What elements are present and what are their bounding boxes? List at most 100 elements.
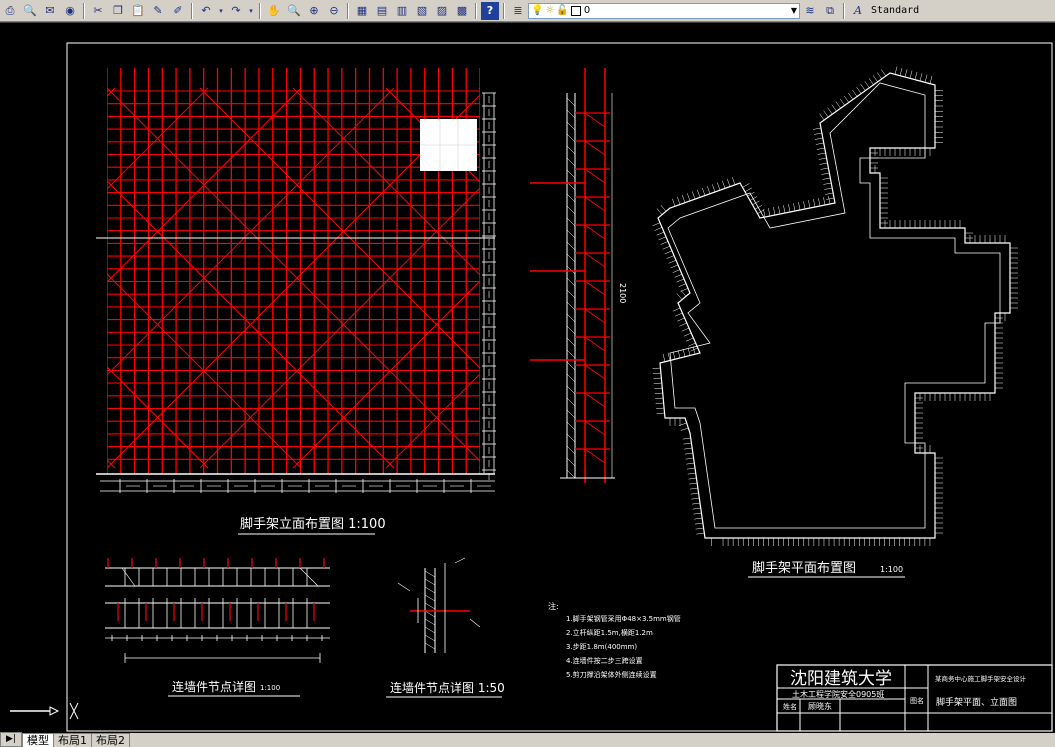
plot-preview-icon[interactable]: 🔍 [21,2,39,20]
scaffold-brace [665,88,1045,468]
plan-hatch [662,353,666,362]
plot-icon[interactable]: ⎙ [1,2,19,20]
separator [843,2,845,19]
plan-hatch [695,527,704,530]
plan-hatch [835,101,841,109]
side-brace [584,112,606,128]
scaffold-brace [851,88,1055,468]
leader-line [397,582,411,592]
markup-icon[interactable]: ▨ [433,2,451,20]
plan-hatch [654,392,663,394]
plan-hatch [682,437,691,440]
wall-hatch [566,169,576,179]
properties-icon[interactable]: ▦ [353,2,371,20]
calculator-icon[interactable]: ▩ [453,2,471,20]
zoom-window-icon[interactable]: ⊕ [305,2,323,20]
tab-nav-arrows-icon[interactable]: ▶| [0,732,22,747]
web-icon[interactable]: ◉ [61,2,79,20]
plan-hatch [864,81,870,88]
wall-hatch [566,277,576,287]
plan-hatch [680,290,687,297]
plan-outline [652,66,1018,546]
wall-hatch [566,469,576,479]
scaffold-brace [478,466,480,469]
plan-hatch [693,512,702,515]
plan-hatch [656,208,663,215]
match-properties-icon[interactable]: ✎ [149,2,167,20]
text-style-dropdown[interactable]: Standard [868,5,919,16]
plan-hatch [691,497,700,500]
wall-hatch [424,578,436,586]
help-icon[interactable]: ? [481,1,499,20]
tool-palettes-icon[interactable]: ▥ [393,2,411,20]
cad-drawing: 脚手架立面布置图 1:100 2100 脚手架平面布置图 1:100 连墙件节点… [10,42,1055,732]
wall-node-title: 连墙件节点详图 1:50 [390,680,505,695]
undo-icon[interactable]: ↶ [197,2,215,20]
plan-hatch [660,205,667,212]
publish-icon[interactable]: ✉ [41,2,59,20]
elevation-right-dimension [482,92,496,480]
plan-hatch [682,348,686,357]
separator [191,2,193,19]
separator [503,2,505,19]
block-editor-icon[interactable]: ✐ [169,2,187,20]
model-space-canvas[interactable]: 脚手架立面布置图 1:100 2100 脚手架平面布置图 1:100 连墙件节点… [0,22,1055,734]
design-center-icon[interactable]: ▤ [373,2,391,20]
side-brace [584,420,606,436]
side-brace [584,448,606,464]
plan-hatch [689,482,698,485]
scaffold-brace [107,87,209,190]
sheet-set-icon[interactable]: ▧ [413,2,431,20]
layer-previous-icon[interactable]: ⧉ [821,2,839,20]
redo-icon[interactable]: ↷ [227,2,245,20]
plan-hatch [712,184,716,193]
plan-hatch [788,204,791,213]
undo-dropdown-icon[interactable]: ▾ [217,2,225,20]
cut-icon[interactable]: ✂ [89,2,107,20]
plan-hatch [899,67,903,76]
plan-hatch [655,402,664,404]
ucs-icon [10,702,79,720]
plan-hatch [658,236,667,241]
plan-hatch [876,72,882,80]
plan-hatch [670,264,679,269]
plan-hatch [694,517,703,520]
make-current-layer-icon[interactable]: ≋ [801,2,819,20]
tab-model[interactable]: 模型 [22,733,54,747]
plan-hatch [872,75,878,82]
text-style-icon[interactable]: A [849,2,867,20]
plan-hatch [660,241,669,245]
zoom-previous-icon[interactable]: ⊖ [325,2,343,20]
plan-hatch [687,472,696,475]
copy-icon[interactable]: ❐ [109,2,127,20]
plan-hatch [860,83,866,91]
plan-title: 脚手架平面布置图 [752,560,856,576]
zoom-realtime-icon[interactable]: 🔍 [285,2,303,20]
tab-layout1[interactable]: 布局1 [53,733,92,747]
plan-hatch [654,227,663,231]
paste-icon[interactable]: 📋 [129,2,147,20]
plan-hatch [692,507,701,510]
plan-hatch [819,113,825,121]
layer-manager-icon[interactable]: ≣ [509,2,527,20]
plan-hatch [894,66,898,75]
plan-hatch [652,367,661,369]
plan-hatch [672,198,676,207]
scaffold-brace [665,88,1045,468]
redo-dropdown-icon[interactable]: ▾ [247,2,255,20]
layer-control-dropdown[interactable]: 💡 ☼ 🔓 0 ▼ [528,2,800,19]
side-brace [584,308,606,324]
wall-hatch [566,229,576,239]
plan-hatch [688,342,696,347]
tab-layout2[interactable]: 布局2 [91,733,130,747]
plan-hatch [881,69,887,77]
plan-hatch [683,442,692,445]
wall-hatch [566,421,576,431]
plan-hatch [803,201,806,210]
pan-icon[interactable]: ✋ [265,2,283,20]
side-section-scaffold [530,68,615,483]
plan-scale: 1:100 [880,565,903,574]
side-dimension: 2100 [618,283,627,303]
wall-hatch [566,301,576,311]
plan-hatch [689,487,698,490]
